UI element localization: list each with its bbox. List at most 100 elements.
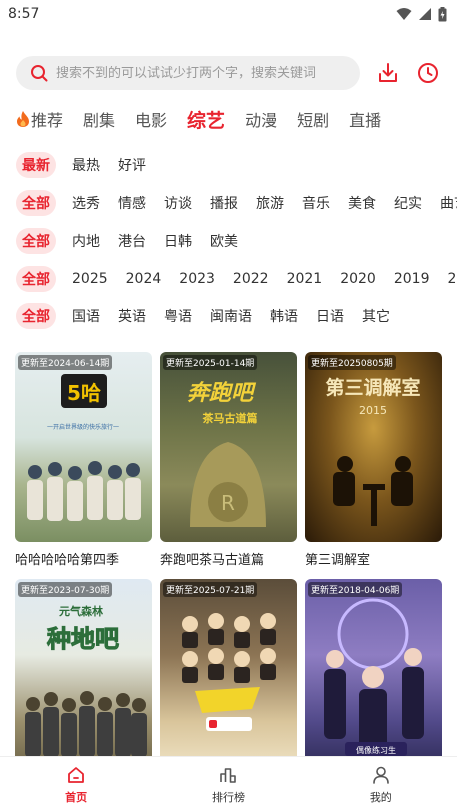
tab-movies[interactable]: 电影 [135, 107, 167, 131]
status-bar: 8:57 [0, 0, 457, 28]
tab-profile[interactable]: 我的 [331, 765, 431, 805]
filter-type-travel[interactable]: 旅游 [256, 193, 284, 213]
signal-icon [419, 8, 431, 20]
filter-region-west[interactable]: 欧美 [210, 231, 238, 251]
filter-year-2019[interactable]: 2019 [394, 271, 430, 287]
content-card[interactable]: 5哈 一开启世界级的快乐旅行一 更新至2024-06-14期 哈哈哈哈哈第四季 [15, 352, 152, 567]
filter-lang-other[interactable]: 其它 [362, 306, 390, 326]
tab-ranking-label: 排行榜 [211, 790, 245, 804]
poster-image: 元气森林 种地吧 更新至2023-07-30期 [15, 579, 152, 769]
filter-year-2022[interactable]: 2022 [233, 271, 269, 287]
filter-year-2020[interactable]: 2020 [340, 271, 376, 287]
filter-row-region: 全部 内地 港台 日韩 欧美 [16, 228, 457, 254]
poster-art: 第三调解室 2015 [325, 376, 421, 526]
tab-home-label: 首页 [65, 790, 88, 804]
poster-logo-text: 偶像练习生 [356, 745, 396, 755]
filter-type-talent[interactable]: 选秀 [72, 193, 100, 213]
category-tabs: 推荐 剧集 电影 综艺 动漫 短剧 直播 [16, 104, 401, 134]
tab-live[interactable]: 直播 [349, 107, 381, 131]
filter-type-documentary[interactable]: 纪实 [394, 193, 422, 213]
filter-year-2024[interactable]: 2024 [126, 271, 162, 287]
tab-label: 推荐 [31, 111, 64, 130]
filter-lang-all[interactable]: 全部 [16, 303, 56, 329]
update-badge: 更新至2024-06-14期 [18, 355, 113, 370]
content-card[interactable]: 第三调解室 2015 更新至20250805期 第三调解室 [305, 352, 442, 567]
filter-type-music[interactable]: 音乐 [302, 193, 330, 213]
update-badge: 更新至2023-07-30期 [18, 582, 113, 597]
filter-sort-latest[interactable]: 最新 [16, 152, 56, 178]
poster-logo-text: 种地吧 [47, 625, 119, 653]
poster-logo-text: 5哈 [67, 381, 101, 405]
filter-lang-mandarin[interactable]: 国语 [72, 306, 100, 326]
filter-type-quyi[interactable]: 曲艺 [440, 193, 457, 213]
poster-image: 第三调解室 2015 更新至20250805期 [305, 352, 442, 542]
filter-lang-english[interactable]: 英语 [118, 306, 146, 326]
tab-short-drama[interactable]: 短剧 [297, 107, 329, 131]
filter-region-mainland[interactable]: 内地 [72, 231, 100, 251]
clock-icon [418, 63, 438, 83]
filter-year-2018[interactable]: 2018 [447, 271, 457, 287]
poster-image: 奔跑吧 茶马古道篇 R 更新至2025-01-14期 [160, 352, 297, 542]
fire-icon [17, 111, 29, 127]
filter-row-type: 全部 选秀 情感 访谈 播报 旅游 音乐 美食 纪实 曲艺 [16, 190, 457, 216]
update-badge: 更新至2018-04-06期 [308, 582, 403, 597]
poster-image: 更新至2025-07-21期 [160, 579, 297, 769]
poster-image: 5哈 一开启世界级的快乐旅行一 更新至2024-06-14期 [15, 352, 152, 542]
poster-art [182, 613, 276, 731]
poster-art: 元气森林 种地吧 [25, 604, 147, 757]
poster-image: 偶像练习生 更新至2018-04-06期 [305, 579, 442, 769]
filter-type-food[interactable]: 美食 [348, 193, 376, 213]
tab-recommend[interactable]: 推荐 [16, 107, 63, 131]
search-row [16, 56, 447, 90]
filter-row-language: 全部 国语 英语 粤语 闽南语 韩语 日语 其它 [16, 303, 457, 329]
battery-icon [438, 6, 447, 21]
filter-region-jpkr[interactable]: 日韩 [164, 231, 192, 251]
history-button[interactable] [416, 61, 440, 85]
filter-type-interview[interactable]: 访谈 [164, 193, 192, 213]
status-icons [396, 6, 447, 22]
filter-lang-cantonese[interactable]: 粤语 [164, 306, 192, 326]
poster-logo-text: 第三调解室 [325, 376, 420, 399]
filter-lang-korean[interactable]: 韩语 [270, 306, 298, 326]
filter-row-year: 全部 2025 2024 2023 2022 2021 2020 2019 20… [16, 266, 457, 292]
card-title: 奔跑吧茶马古道篇 [160, 553, 265, 567]
filter-type-broadcast[interactable]: 播报 [210, 193, 238, 213]
filter-region-all[interactable]: 全部 [16, 228, 56, 254]
bottom-tab-bar: 首页 排行榜 我的 [0, 756, 457, 812]
tab-ranking[interactable]: 排行榜 [178, 765, 278, 805]
filter-year-2021[interactable]: 2021 [287, 271, 323, 287]
tab-anime[interactable]: 动漫 [245, 107, 277, 131]
tab-series[interactable]: 剧集 [83, 107, 115, 131]
filter-year-2023[interactable]: 2023 [179, 271, 215, 287]
filter-row-sort: 最新 最热 好评 [16, 152, 457, 178]
filter-lang-minnan[interactable]: 闽南语 [210, 306, 252, 326]
poster-tagline: 2015 [359, 404, 387, 417]
card-title: 第三调解室 [305, 553, 371, 567]
search-icon [31, 65, 48, 82]
tab-home[interactable]: 首页 [26, 765, 126, 805]
filter-lang-japanese[interactable]: 日语 [316, 306, 344, 326]
poster-logo-text: 奔跑吧 [187, 381, 257, 406]
card-title: 哈哈哈哈哈第四季 [15, 553, 120, 567]
wifi-icon [396, 8, 412, 20]
home-icon [68, 766, 85, 783]
content-card[interactable]: 奔跑吧 茶马古道篇 R 更新至2025-01-14期 奔跑吧茶马古道篇 [160, 352, 297, 567]
filter-region-hktw[interactable]: 港台 [118, 231, 146, 251]
update-badge: 更新至20250805期 [308, 355, 396, 370]
download-button[interactable] [376, 61, 400, 85]
svg-text:R: R [221, 491, 235, 515]
download-icon [379, 63, 397, 82]
update-badge: 更新至2025-07-21期 [163, 582, 258, 597]
filter-year-all[interactable]: 全部 [16, 266, 56, 292]
tab-variety[interactable]: 综艺 [187, 106, 225, 133]
filter-sort-rating[interactable]: 好评 [118, 155, 146, 175]
poster-art: 奔跑吧 茶马古道篇 R [187, 381, 266, 527]
search-input[interactable] [56, 65, 356, 81]
filter-year-2025[interactable]: 2025 [72, 271, 108, 287]
filter-type-romance[interactable]: 情感 [118, 193, 146, 213]
filter-type-all[interactable]: 全部 [16, 190, 56, 216]
search-box[interactable] [16, 56, 360, 90]
ranking-icon [220, 767, 237, 783]
poster-art: 5哈 一开启世界级的快乐旅行一 [27, 374, 141, 521]
filter-sort-hot[interactable]: 最热 [72, 155, 100, 175]
